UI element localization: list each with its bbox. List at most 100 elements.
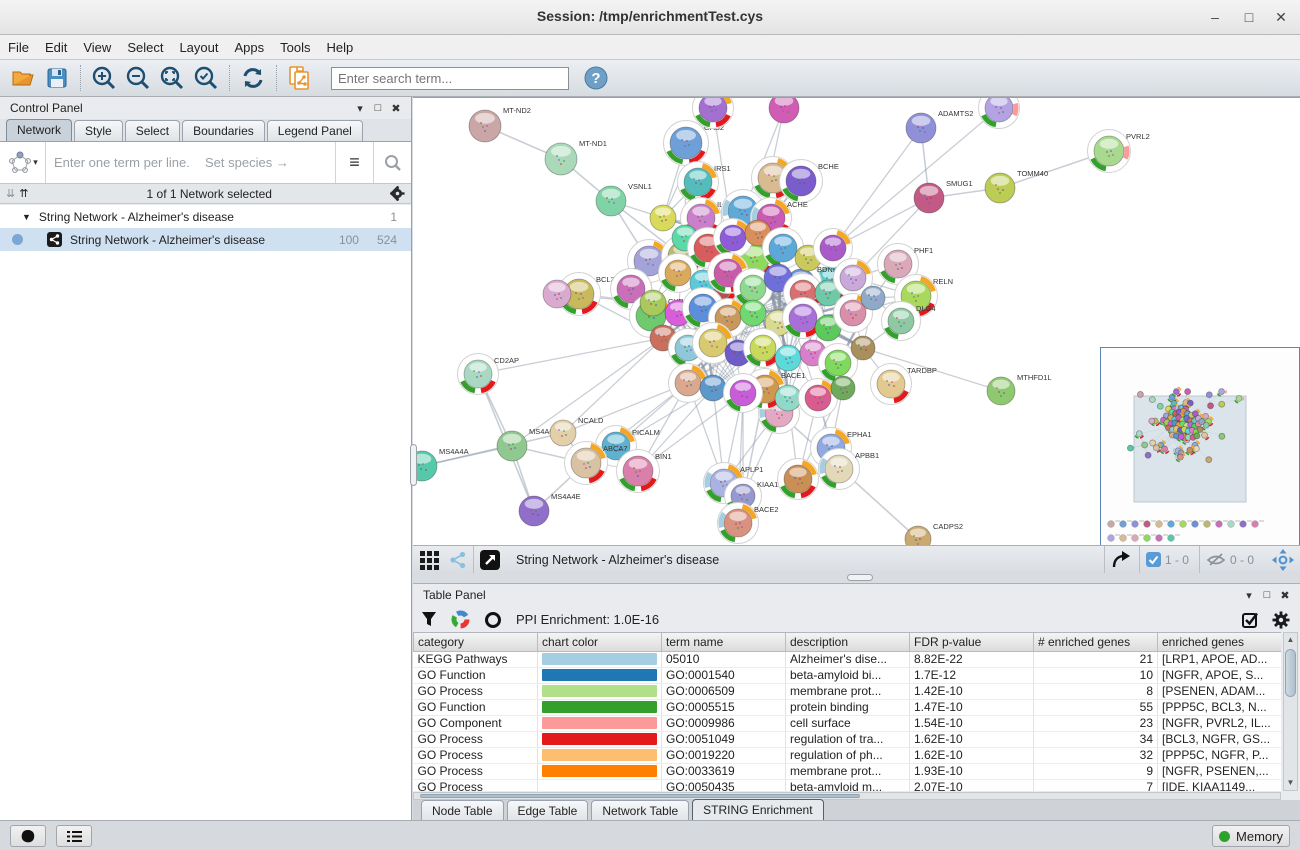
menu-item-select[interactable]: Select <box>119 37 171 58</box>
table-row[interactable]: GO FunctionGO:0001540beta-amyloid bi...1… <box>414 667 1282 683</box>
network-node[interactable]: MS4A6A <box>497 427 559 461</box>
string-query-input[interactable]: Enter one term per line. <box>46 142 205 183</box>
minimize-button[interactable]: – <box>1202 6 1228 28</box>
scrollbar-thumb[interactable] <box>1285 649 1296 697</box>
table-row[interactable]: KEGG Pathways05010Alzheimer's dise...8.8… <box>414 651 1282 667</box>
network-node[interactable]: APBB1 <box>819 449 880 490</box>
menu-item-apps[interactable]: Apps <box>227 37 273 58</box>
network-collection-row[interactable]: ▼ String Network - Alzheimer's disease 1 <box>0 205 411 228</box>
panel-window-icon[interactable]: □ <box>369 102 387 114</box>
expand-all-icon[interactable]: ⇈ <box>19 187 28 200</box>
network-node[interactable]: BACE2 <box>718 503 779 544</box>
column-header-chart-color[interactable]: chart color <box>538 633 662 651</box>
tab-legend-panel[interactable]: Legend Panel <box>267 120 363 141</box>
network-node[interactable] <box>543 280 571 308</box>
network-node[interactable] <box>775 345 801 371</box>
selected-checkbox-icon[interactable] <box>1146 552 1161 567</box>
select-terms-icon[interactable] <box>1242 611 1260 629</box>
network-node[interactable] <box>778 459 819 500</box>
tab-network-table[interactable]: Network Table <box>591 800 689 821</box>
panel-close-icon[interactable]: ✖ <box>387 102 405 115</box>
settings-gear-icon[interactable] <box>1272 611 1290 629</box>
network-node[interactable] <box>831 376 855 400</box>
maximize-button[interactable]: □ <box>1236 6 1262 28</box>
table-row[interactable]: GO ProcessGO:0051049regulation of tra...… <box>414 731 1282 747</box>
save-session-button[interactable] <box>40 63 74 93</box>
network-node[interactable]: TARDBP <box>871 364 937 405</box>
network-node[interactable]: MTHFD1L <box>987 373 1052 405</box>
menu-item-help[interactable]: Help <box>319 37 362 58</box>
scroll-down-icon[interactable]: ▼ <box>1284 776 1297 790</box>
menu-item-tools[interactable]: Tools <box>272 37 318 58</box>
network-canvas[interactable]: MT-ND2MT-ND1VSNL1GAB2ADAMTS2PVRL2SMUG1TO… <box>413 97 1300 545</box>
filter-icon[interactable] <box>421 611 437 628</box>
gear-icon[interactable] <box>390 186 405 201</box>
panel-window-icon[interactable]: □ <box>1258 589 1276 601</box>
menu-item-edit[interactable]: Edit <box>37 37 75 58</box>
tab-network[interactable]: Network <box>6 119 72 141</box>
column-header-FDR-p-value[interactable]: FDR p-value <box>910 633 1034 651</box>
refresh-button[interactable] <box>236 63 270 93</box>
string-search-button[interactable] <box>373 142 411 183</box>
network-node[interactable] <box>861 286 885 310</box>
menu-item-view[interactable]: View <box>75 37 119 58</box>
network-node[interactable]: PVRL2 <box>1088 130 1150 173</box>
network-node[interactable]: MT-ND2 <box>469 106 531 142</box>
memory-button[interactable]: Memory <box>1212 825 1290 847</box>
enrichment-table[interactable]: categorychart colorterm namedescriptionF… <box>413 632 1281 791</box>
task-history-button[interactable] <box>56 825 92 847</box>
open-session-button[interactable] <box>6 63 40 93</box>
string-logo-button[interactable]: ▾ <box>0 142 46 183</box>
tab-select[interactable]: Select <box>125 120 180 141</box>
zoom-fit-button[interactable] <box>155 63 189 93</box>
birdseye-toggle-icon[interactable] <box>1272 549 1294 571</box>
network-node[interactable] <box>740 300 766 326</box>
splitter-handle[interactable] <box>847 574 873 581</box>
network-node[interactable]: TOMM40 <box>985 169 1048 203</box>
column-header-enriched-genes[interactable]: enriched genes <box>1158 633 1282 651</box>
help-button[interactable]: ? <box>579 63 613 93</box>
column-header-term-name[interactable]: term name <box>662 633 786 651</box>
tab-boundaries[interactable]: Boundaries <box>182 120 265 141</box>
set-species-label[interactable]: Set species → <box>205 142 335 183</box>
table-horizontal-scrollbar[interactable] <box>413 792 1281 800</box>
scroll-up-icon[interactable]: ▲ <box>1284 633 1297 647</box>
table-row[interactable]: GO ProcessGO:0033619membrane prot...1.93… <box>414 763 1282 779</box>
network-node[interactable]: IRS1 <box>678 162 731 203</box>
chart-donut-icon[interactable] <box>451 610 470 629</box>
column-header-category[interactable]: category <box>414 633 538 651</box>
detach-view-icon[interactable] <box>480 550 500 570</box>
network-node[interactable] <box>851 336 875 360</box>
panel-float-icon[interactable]: ▾ <box>1240 589 1258 602</box>
network-node[interactable]: MS4A4A <box>413 447 469 481</box>
panel-float-icon[interactable]: ▾ <box>351 102 369 115</box>
close-button[interactable]: ✕ <box>1268 6 1294 28</box>
column-header-description[interactable]: description <box>786 633 910 651</box>
network-node[interactable] <box>979 98 1020 129</box>
table-vertical-scrollbar[interactable]: ▲ ▼ <box>1283 632 1298 791</box>
import-network-button[interactable] <box>283 63 317 93</box>
tab-edge-table[interactable]: Edge Table <box>507 800 589 821</box>
network-node[interactable] <box>650 205 676 231</box>
tab-node-table[interactable]: Node Table <box>421 800 504 821</box>
export-image-icon[interactable] <box>1111 550 1133 570</box>
menu-item-file[interactable]: File <box>0 37 37 58</box>
table-row[interactable]: GO ComponentGO:0009986cell surface1.54E-… <box>414 715 1282 731</box>
table-row[interactable]: GO ProcessGO:0006509membrane prot...1.42… <box>414 683 1282 699</box>
search-input[interactable] <box>331 67 569 90</box>
network-node[interactable] <box>769 98 799 123</box>
network-node[interactable] <box>640 290 666 316</box>
zoom-selected-button[interactable] <box>189 63 223 93</box>
network-node[interactable] <box>724 374 763 413</box>
collapse-all-icon[interactable]: ⇊ <box>6 187 15 200</box>
network-node[interactable]: SMUG1 <box>914 179 973 213</box>
network-node[interactable] <box>700 375 726 401</box>
table-row[interactable]: GO ProcessGO:0050435beta-amyloid m...2.0… <box>414 779 1282 791</box>
table-row[interactable]: GO FunctionGO:0005515protein binding1.47… <box>414 699 1282 715</box>
network-overview-button[interactable] <box>10 825 46 847</box>
ring-chart-icon[interactable] <box>484 611 502 629</box>
network-node[interactable]: CADPS2 <box>905 522 963 546</box>
network-node[interactable] <box>775 385 801 411</box>
scrollbar-thumb[interactable] <box>420 794 860 798</box>
tab-style[interactable]: Style <box>74 120 123 141</box>
